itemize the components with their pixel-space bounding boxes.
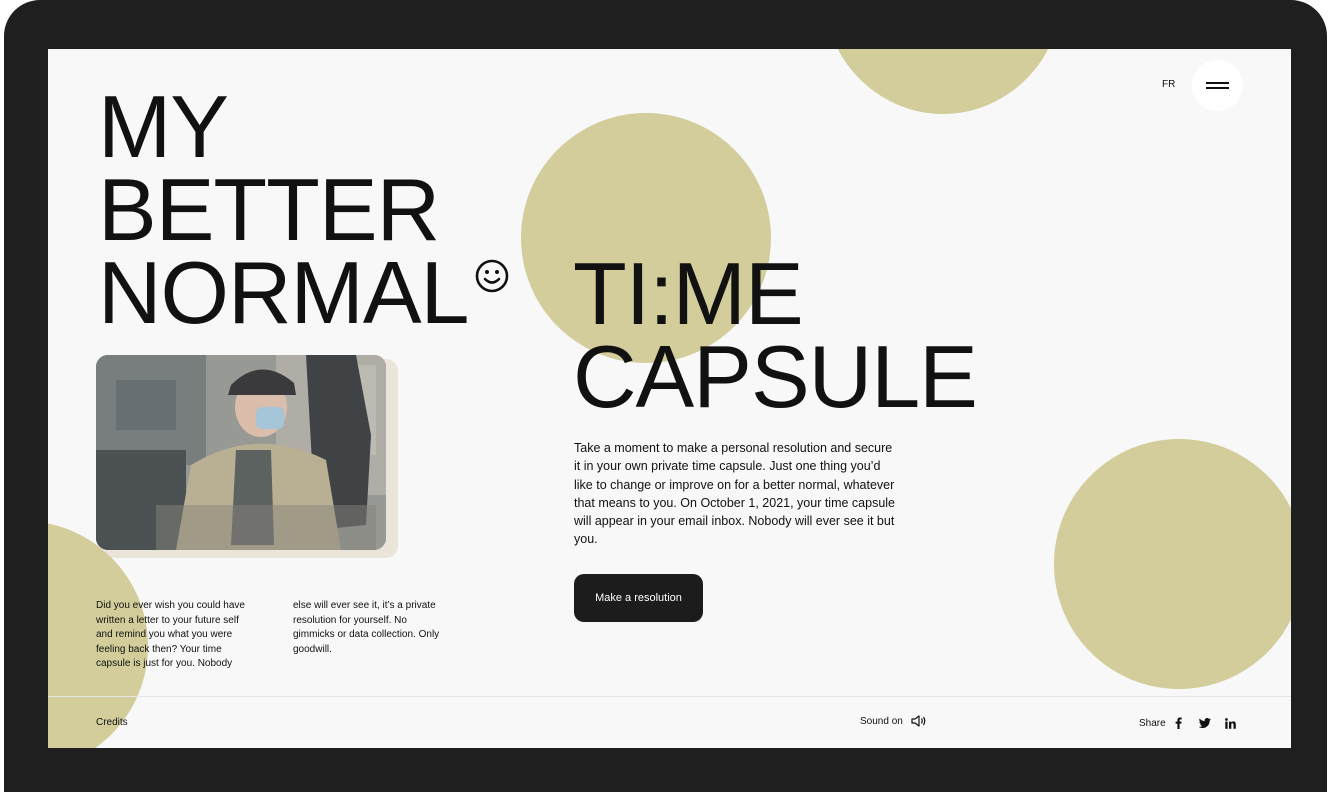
make-resolution-button[interactable]: Make a resolution xyxy=(574,574,703,622)
hero-photo xyxy=(96,355,386,550)
title-line: CAPSULE xyxy=(573,327,978,426)
sound-toggle[interactable]: Sound on xyxy=(860,714,927,728)
language-switch[interactable]: FR xyxy=(1162,79,1175,90)
hero-title-left: MY BETTER NORMAL xyxy=(98,77,509,337)
hero-photo-illustration xyxy=(96,355,386,550)
description: Take a moment to make a personal resolut… xyxy=(574,441,896,547)
sound-label: Sound on xyxy=(860,715,903,727)
linkedin-icon[interactable] xyxy=(1218,714,1244,732)
footer-divider xyxy=(48,696,1291,697)
twitter-icon[interactable] xyxy=(1192,714,1218,732)
title-line: MY xyxy=(98,77,229,176)
intro-text: Did you ever wish you could have written… xyxy=(96,600,440,669)
title-line: TI:ME xyxy=(573,244,804,343)
hamburger-icon xyxy=(1206,87,1229,89)
menu-button[interactable] xyxy=(1192,60,1243,111)
device-frame: MY BETTER NORMAL TI:ME CAPSULE Did you e… xyxy=(4,0,1327,792)
credits-link[interactable]: Credits xyxy=(96,717,128,728)
hamburger-icon xyxy=(1206,82,1229,84)
share-bar: Share xyxy=(1139,714,1244,732)
title-line: BETTER xyxy=(98,160,440,259)
facebook-icon[interactable] xyxy=(1166,714,1192,732)
title-line: NORMAL xyxy=(98,249,509,337)
title-line-text: NORMAL xyxy=(98,243,469,342)
decorative-circle xyxy=(1054,439,1291,689)
decorative-circle xyxy=(823,49,1063,114)
share-label: Share xyxy=(1139,717,1166,729)
speaker-icon xyxy=(911,715,926,727)
smiley-icon xyxy=(475,259,508,293)
screen: MY BETTER NORMAL TI:ME CAPSULE Did you e… xyxy=(48,49,1291,748)
hero-title-right: TI:ME CAPSULE xyxy=(573,244,978,426)
